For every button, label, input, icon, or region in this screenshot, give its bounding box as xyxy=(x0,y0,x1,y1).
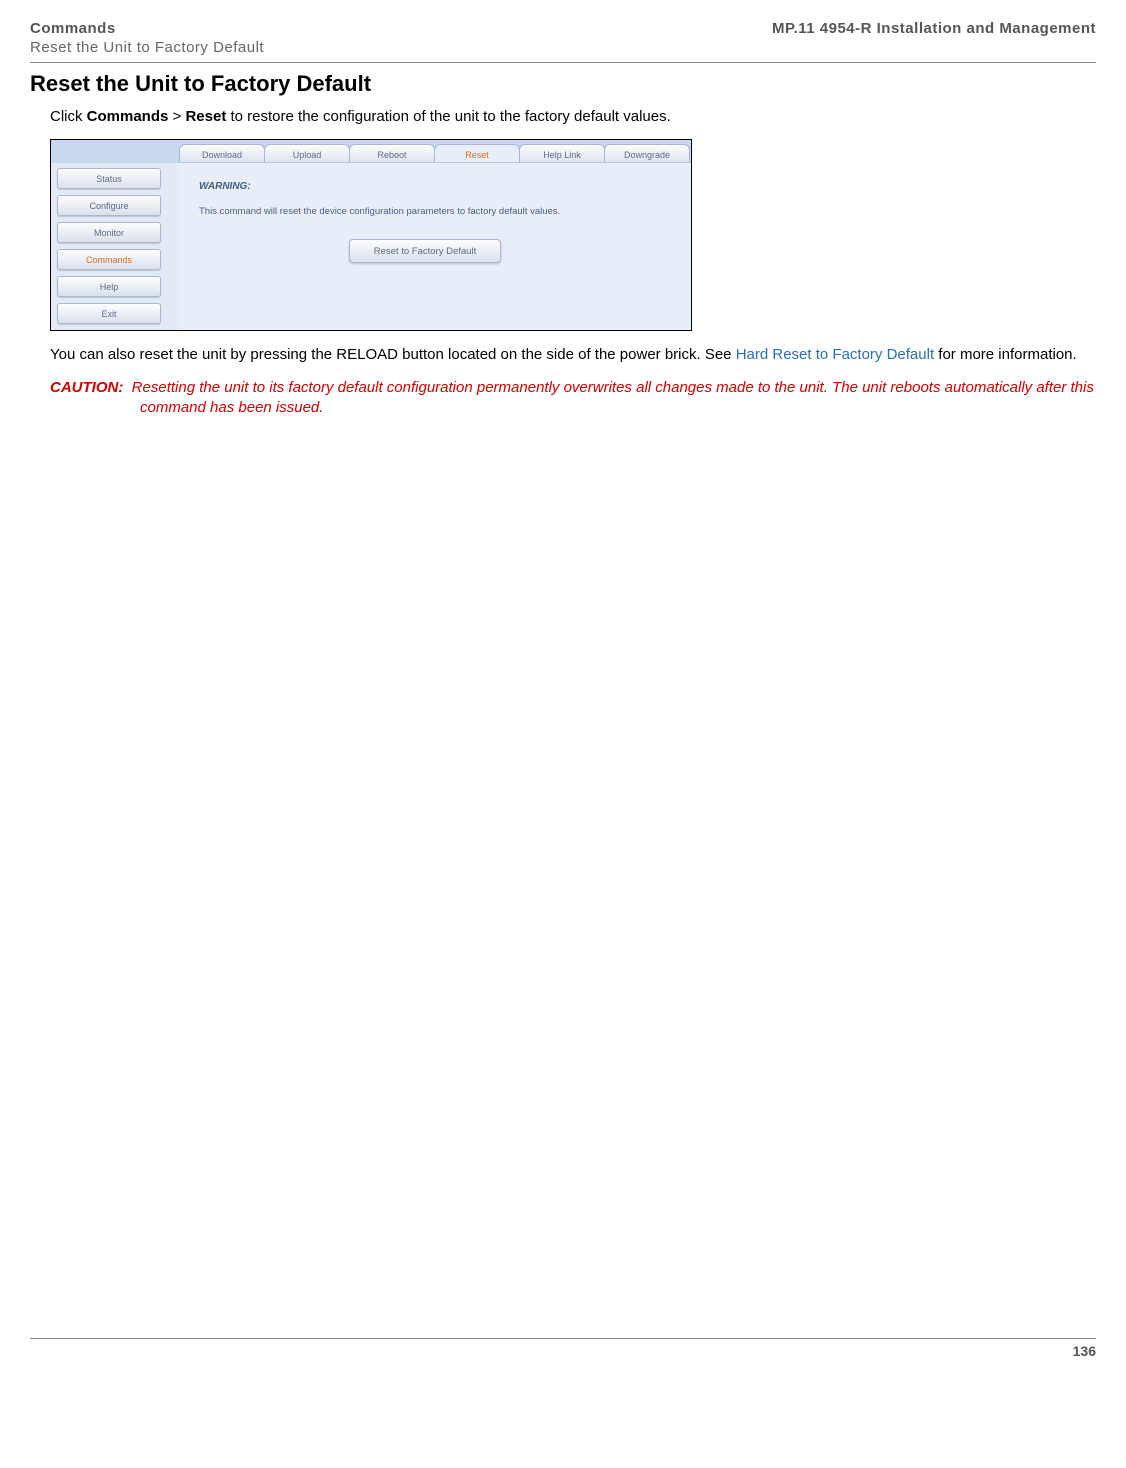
intro-pre: Click xyxy=(50,108,87,125)
caution-label: CAUTION: xyxy=(50,379,123,396)
para2-pre: You can also reset the unit by pressing … xyxy=(50,346,736,363)
header-chapter: Commands xyxy=(30,20,264,37)
ss-tab-upload[interactable]: Upload xyxy=(264,144,350,164)
page-header: Commands Reset the Unit to Factory Defau… xyxy=(30,20,1096,56)
ss-sidebar-configure[interactable]: Configure xyxy=(57,195,161,216)
para2-post: for more information. xyxy=(934,346,1077,363)
ss-sidebar-commands[interactable]: Commands xyxy=(57,249,161,270)
ss-sidebar-help[interactable]: Help xyxy=(57,276,161,297)
intro-mid: > xyxy=(168,108,185,125)
ss-panel: WARNING: This command will reset the dev… xyxy=(179,162,691,330)
ss-tab-reboot[interactable]: Reboot xyxy=(349,144,435,164)
rule-top xyxy=(30,62,1096,63)
header-doc-title: MP.11 4954-R Installation and Management xyxy=(772,20,1096,37)
link-hard-reset[interactable]: Hard Reset to Factory Default xyxy=(736,346,934,363)
caution-block: CAUTION: Resetting the unit to its facto… xyxy=(50,378,1096,419)
embedded-screenshot: Status Configure Monitor Commands Help E… xyxy=(50,139,692,331)
paragraph-reload: You can also reset the unit by pressing … xyxy=(50,345,1096,365)
ss-sidebar-status[interactable]: Status xyxy=(57,168,161,189)
intro-b1: Commands xyxy=(87,108,169,125)
ss-sidebar: Status Configure Monitor Commands Help E… xyxy=(51,164,167,328)
ss-tab-helplink[interactable]: Help Link xyxy=(519,144,605,164)
ss-tab-downgrade[interactable]: Downgrade xyxy=(604,144,690,164)
ss-reset-to-factory-button[interactable]: Reset to Factory Default xyxy=(349,239,501,263)
ss-warning-text: This command will reset the device confi… xyxy=(199,206,671,217)
ss-sidebar-monitor[interactable]: Monitor xyxy=(57,222,161,243)
page-number: 136 xyxy=(30,1343,1096,1359)
intro-b2: Reset xyxy=(185,108,226,125)
ss-sidebar-exit[interactable]: Exit xyxy=(57,303,161,324)
ss-warning-label: WARNING: xyxy=(199,181,671,192)
caution-text: Resetting the unit to its factory defaul… xyxy=(132,379,1094,416)
ss-tabs: Download Upload Reboot Reset Help Link D… xyxy=(179,144,689,164)
section-title: Reset the Unit to Factory Default xyxy=(30,71,1096,97)
rule-bottom xyxy=(30,1338,1096,1339)
header-section: Reset the Unit to Factory Default xyxy=(30,39,264,56)
ss-tab-reset[interactable]: Reset xyxy=(434,144,520,164)
intro-paragraph: Click Commands > Reset to restore the co… xyxy=(50,107,1096,127)
ss-tab-download[interactable]: Download xyxy=(179,144,265,164)
page-footer: 136 xyxy=(30,1338,1096,1359)
intro-post: to restore the configuration of the unit… xyxy=(226,108,670,125)
